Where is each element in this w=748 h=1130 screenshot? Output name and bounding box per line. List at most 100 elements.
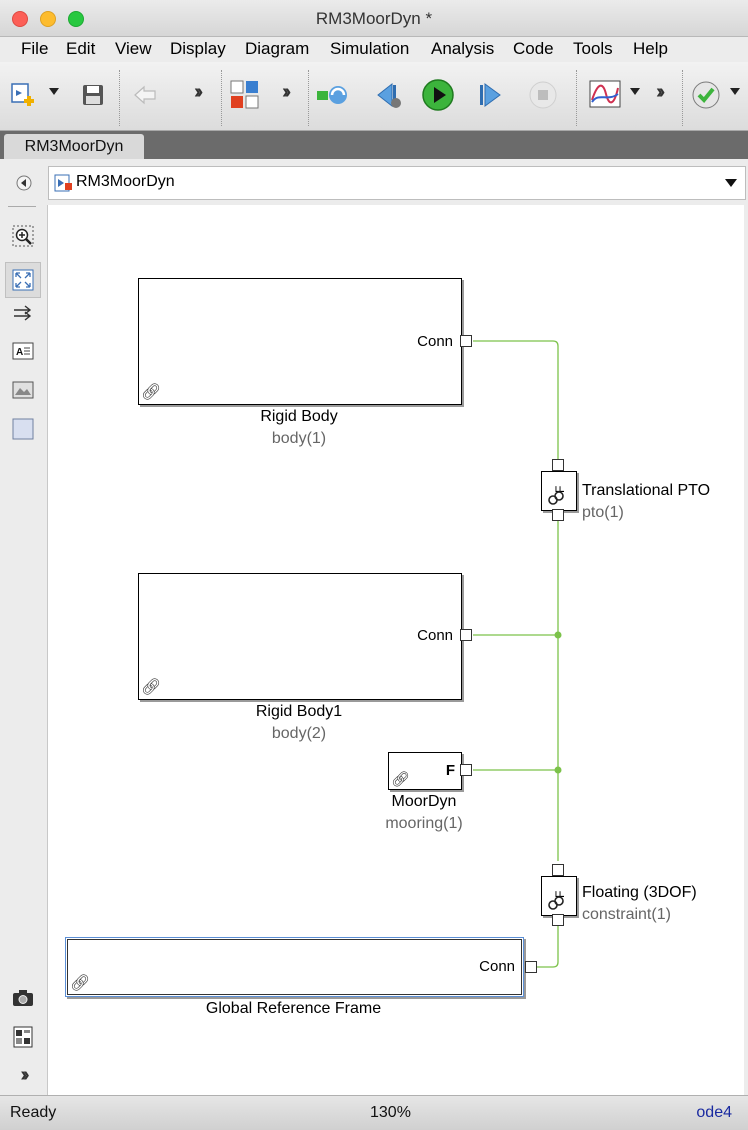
advisor-dropdown-arrow[interactable] [730,88,740,95]
conn-port-icon[interactable] [460,335,472,347]
stop-button[interactable] [526,78,560,112]
menu-file[interactable]: File [21,39,48,59]
svg-text:A: A [16,347,23,358]
window-title: RM3MoorDyn * [315,9,433,28]
rigid-body-block[interactable]: Conn 🔗︎ [138,278,462,405]
junction-dot [554,766,562,774]
step-back-icon [377,82,401,108]
hide-explorer-button[interactable] [16,175,32,191]
chevron-down-icon[interactable] [725,179,737,187]
block-name-global-reference-frame[interactable]: Global Reference Frame [65,1000,522,1018]
force-port-label: F [445,762,455,779]
block-subtitle: body(2) [271,725,327,742]
junction-dot [554,631,562,639]
more-chevron-icon[interactable]: ›› [656,81,666,104]
more-chevron-icon[interactable]: ›› [11,1063,35,1087]
scope-dropdown-arrow[interactable] [630,88,640,95]
model-path-text: RM3MoorDyn [76,173,175,190]
image-icon [12,381,34,399]
global-reference-frame-block[interactable]: Conn 🔗︎ [65,937,524,997]
block-name-translational-pto[interactable]: Translational PTO [582,482,710,500]
library-browser-button[interactable] [228,78,262,112]
save-button[interactable] [76,78,110,112]
screenshot-button[interactable] [11,986,35,1010]
library-browser-icon [230,80,259,109]
floating-base-port-icon[interactable] [552,864,564,876]
menu-view[interactable]: View [115,39,152,59]
menu-simulation[interactable]: Simulation [330,39,409,59]
zoom-level[interactable]: 130% [370,1104,411,1122]
tab-rm3moordyn[interactable]: RM3MoorDyn [4,134,144,159]
conn-port-icon[interactable] [460,629,472,641]
translational-pto-block[interactable]: F [541,471,577,511]
more-chevron-icon[interactable]: ›› [282,81,292,104]
menu-diagram[interactable]: Diagram [245,39,309,59]
menu-display[interactable]: Display [170,39,226,59]
toolbar-separator [576,70,578,126]
menu-tools[interactable]: Tools [573,39,613,59]
area-button[interactable] [11,417,35,441]
pto-base-port-icon[interactable] [552,459,564,471]
model-config-icon [317,86,347,104]
joint-icon: F [548,486,567,505]
block-name-moordyn[interactable]: MoorDyn [374,793,474,811]
more-chevron-icon[interactable]: ›› [194,81,204,104]
rigid-body1-block[interactable]: Conn 🔗︎ [138,573,462,700]
conn-port-label: Conn [479,958,515,975]
force-port-icon[interactable] [460,764,472,776]
menu-edit[interactable]: Edit [66,39,95,59]
block-name-rigid-body[interactable]: Rigid Body [138,408,460,426]
menu-code[interactable]: Code [513,39,554,59]
inspector-icon [13,1026,33,1048]
floating-3dof-block[interactable]: F [541,876,577,916]
property-inspector-button[interactable] [11,1025,35,1049]
model-icon [54,174,72,192]
block-name-floating-3dof[interactable]: Floating (3DOF) [582,884,697,902]
run-button[interactable] [421,78,455,112]
toolbar-separator [221,70,223,126]
block-subtitle: constraint(1) [582,906,671,923]
tool-palette: A ›› [0,205,48,1095]
menu-help[interactable]: Help [633,39,668,59]
step-forward-button[interactable] [472,78,506,112]
link-icon: 🔗︎ [141,384,162,401]
moordyn-block[interactable]: F 🔗︎ [388,752,462,790]
zoom-button[interactable] [11,224,35,248]
address-bar: RM3MoorDyn [0,159,748,205]
scope-button[interactable] [588,78,622,112]
menu-analysis[interactable]: Analysis [431,39,494,59]
camera-icon [13,990,33,1006]
hide-arrows-button[interactable] [11,301,35,325]
model-config-button[interactable] [316,78,350,112]
solver-name[interactable]: ode4 [696,1104,732,1122]
new-model-icon [11,83,34,106]
block-subtitle: pto(1) [582,504,624,521]
conn-port-label: Conn [417,627,453,644]
annotation-icon: A [12,342,34,360]
toolbar-separator [308,70,310,126]
toolbar: ›› ›› ›› [0,62,748,131]
floating-follower-port-icon[interactable] [552,914,564,926]
collapse-left-icon [16,175,32,191]
model-advisor-button[interactable] [689,78,723,112]
pto-follower-port-icon[interactable] [552,509,564,521]
joint-icon: F [548,891,567,910]
model-path-field[interactable]: RM3MoorDyn [48,166,746,200]
image-button[interactable] [11,378,35,402]
block-subtitle: body(1) [271,430,327,447]
step-back-button[interactable] [372,78,406,112]
status-bar: Ready 130% ode4 [0,1095,748,1130]
conn-port-icon[interactable] [525,961,537,973]
annotation-button[interactable]: A [11,339,35,363]
block-name-rigid-body1[interactable]: Rigid Body1 [138,703,460,721]
zoom-in-icon [12,225,34,247]
fit-to-view-icon [12,269,34,291]
model-canvas[interactable]: Conn 🔗︎ Rigid Body body(1) F Translation… [48,205,744,1095]
back-button[interactable] [128,78,162,112]
fit-to-view-button[interactable] [5,262,41,298]
checkmark-icon [692,81,720,109]
conn-port-label: Conn [417,333,453,350]
new-model-button[interactable] [7,78,41,112]
title-bar: RM3MoorDyn * [0,0,748,37]
new-dropdown-arrow[interactable] [49,88,59,95]
